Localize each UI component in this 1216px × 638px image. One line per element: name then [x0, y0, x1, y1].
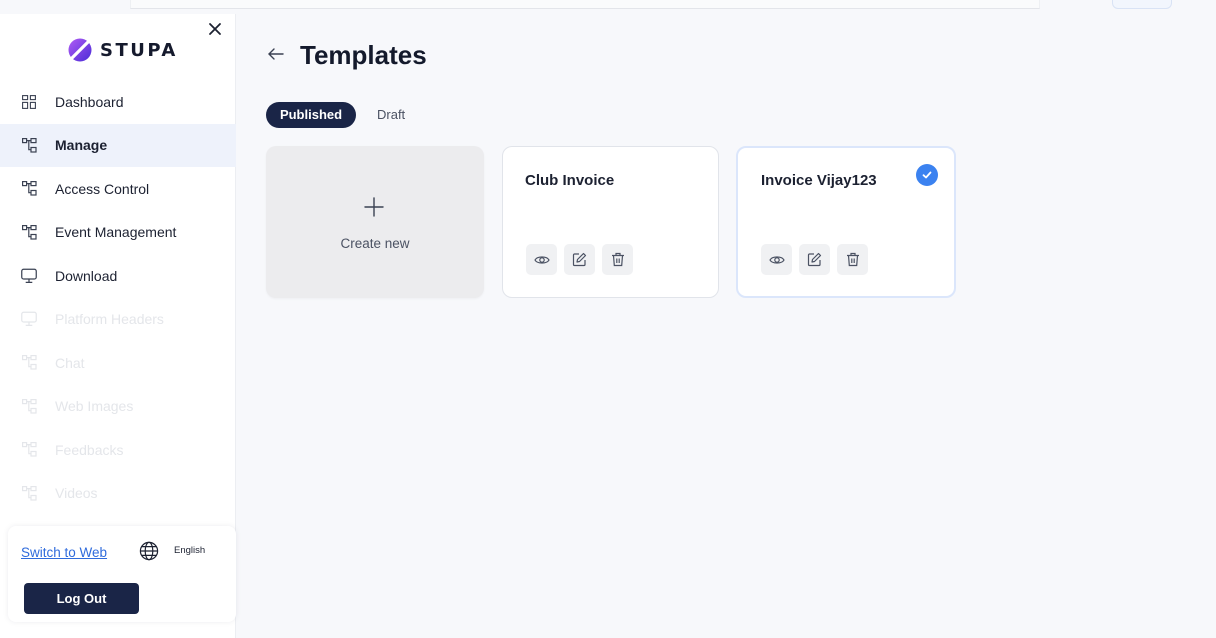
stupa-logo-icon: [68, 38, 92, 62]
delete-button[interactable]: [837, 244, 868, 275]
sidebar-item-platform-headers[interactable]: Platform Headers: [0, 298, 236, 342]
globe-icon[interactable]: [139, 541, 159, 561]
view-button[interactable]: [526, 244, 557, 275]
sidebar-item-label: Platform Headers: [55, 311, 164, 328]
sidebar: STUPA Dashboard Manage Access Control Ev…: [0, 14, 236, 638]
sidebar-nav: Dashboard Manage Access Control Event Ma…: [0, 80, 236, 515]
sidebar-item-access-control[interactable]: Access Control: [0, 167, 236, 211]
sidebar-item-chat[interactable]: Chat: [0, 341, 236, 385]
eye-icon: [768, 255, 785, 264]
sidebar-item-label: Feedbacks: [55, 441, 124, 458]
sidebar-item-manage[interactable]: Manage: [0, 123, 236, 167]
sitemap-icon: [21, 355, 37, 371]
brand-name: STUPA: [100, 39, 178, 61]
tab-published[interactable]: Published: [266, 102, 356, 128]
page-title: Templates: [300, 40, 427, 70]
sidebar-item-download[interactable]: Download: [0, 254, 236, 298]
brand-logo: STUPA: [68, 38, 178, 62]
view-button[interactable]: [761, 244, 792, 275]
sidebar-item-event-management[interactable]: Event Management: [0, 211, 236, 255]
sidebar-item-dashboard[interactable]: Dashboard: [0, 80, 236, 124]
plus-icon: [364, 197, 384, 217]
switch-to-web-link[interactable]: Switch to Web: [21, 545, 107, 560]
sidebar-item-label: Manage: [55, 137, 108, 154]
delete-button[interactable]: [602, 244, 633, 275]
trash-icon: [846, 252, 859, 267]
sidebar-item-feedbacks[interactable]: Feedbacks: [0, 428, 236, 472]
template-card[interactable]: Club Invoice: [502, 146, 719, 298]
sitemap-icon: [21, 442, 37, 458]
edit-icon: [807, 252, 822, 267]
create-new-label: Create new: [340, 236, 410, 251]
sitemap-icon: [21, 137, 37, 153]
sidebar-footer: Switch to Web English Log Out: [8, 526, 236, 622]
sitemap-icon: [21, 224, 37, 240]
language-selector[interactable]: English: [174, 545, 205, 556]
template-actions: [526, 244, 633, 275]
sidebar-item-label: Web Images: [55, 398, 134, 415]
sitemap-icon: [21, 398, 37, 414]
sidebar-item-videos[interactable]: Videos: [0, 472, 236, 516]
grid-icon: [21, 94, 37, 110]
template-actions: [761, 244, 868, 275]
sitemap-icon: [21, 181, 37, 197]
edit-icon: [572, 252, 587, 267]
sidebar-item-label: Download: [55, 267, 118, 284]
create-new-card[interactable]: Create new: [266, 146, 484, 298]
template-name: Invoice Vijay123: [761, 172, 877, 189]
sidebar-item-label: Videos: [55, 485, 98, 502]
template-name: Club Invoice: [525, 172, 615, 189]
monitor-icon: [21, 268, 37, 284]
template-card-selected[interactable]: Invoice Vijay123: [736, 146, 956, 298]
back-arrow-icon[interactable]: [266, 44, 286, 64]
trash-icon: [611, 252, 624, 267]
sidebar-item-label: Access Control: [55, 180, 150, 197]
monitor-icon: [21, 311, 37, 327]
sidebar-item-label: Event Management: [55, 224, 177, 241]
top-button-edge[interactable]: [1112, 0, 1172, 9]
eye-icon: [533, 255, 550, 264]
sidebar-item-label: Chat: [55, 354, 85, 371]
close-icon[interactable]: [206, 20, 224, 38]
sidebar-item-label: Dashboard: [55, 93, 124, 110]
top-search-bar-edge: [130, 0, 1040, 9]
tab-draft[interactable]: Draft: [377, 102, 405, 128]
edit-button[interactable]: [799, 244, 830, 275]
logout-button[interactable]: Log Out: [24, 583, 139, 614]
edit-button[interactable]: [564, 244, 595, 275]
check-icon: [916, 164, 938, 186]
sidebar-item-web-images[interactable]: Web Images: [0, 385, 236, 429]
sitemap-icon: [21, 485, 37, 501]
